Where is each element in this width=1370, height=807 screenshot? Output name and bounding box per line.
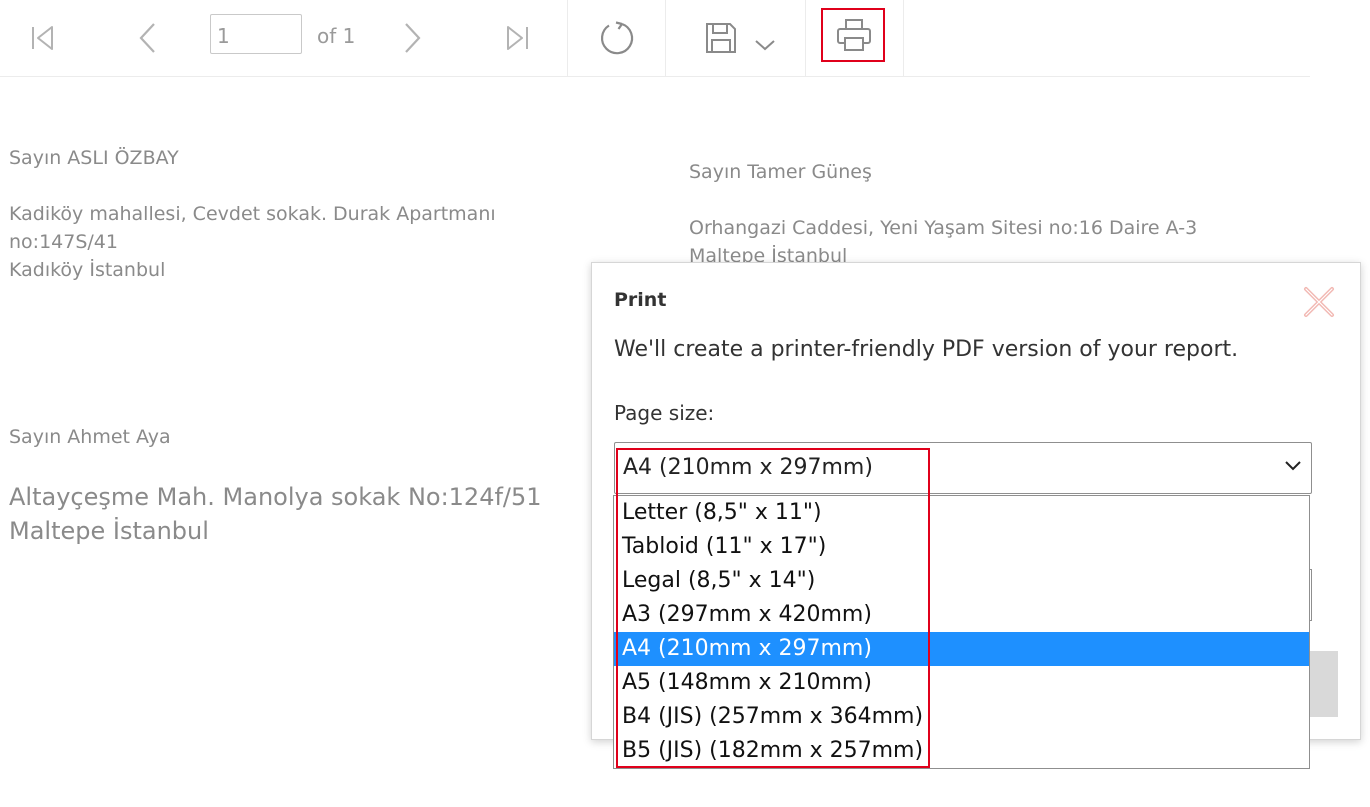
- toolbar-divider: [665, 0, 666, 76]
- option-a4[interactable]: A4 (210mm x 297mm): [614, 632, 1309, 666]
- first-page-button[interactable]: [20, 0, 64, 76]
- report-toolbar: of 1: [0, 0, 1310, 77]
- close-icon: [1304, 287, 1334, 317]
- toolbar-divider: [805, 0, 806, 76]
- option-b4-jis[interactable]: B4 (JIS) (257mm x 364mm): [614, 700, 1309, 734]
- last-page-button[interactable]: [496, 0, 540, 76]
- toolbar-divider: [567, 0, 568, 76]
- dialog-description: We'll create a printer-friendly PDF vers…: [614, 337, 1239, 362]
- recipient3-city: Maltepe İstanbul: [9, 517, 209, 545]
- refresh-icon: [600, 21, 634, 55]
- page-size-selected-value: A4 (210mm x 297mm): [623, 455, 873, 480]
- page-size-label: Page size:: [614, 401, 715, 425]
- option-a3[interactable]: A3 (297mm x 420mm): [614, 598, 1309, 632]
- recipient3-name: Sayın Ahmet Aya: [9, 426, 171, 448]
- last-page-icon: [507, 26, 528, 50]
- chevron-down-icon: [755, 40, 775, 51]
- toolbar-divider: [903, 0, 904, 76]
- chevron-down-icon: [1285, 461, 1301, 471]
- option-a5[interactable]: A5 (148mm x 210mm): [614, 666, 1309, 700]
- recipient3-address-line1: Altayçeşme Mah. Manolya sokak No:124f/51: [9, 483, 542, 511]
- recipient1-address-line2: no:147S/41: [9, 231, 118, 253]
- close-button[interactable]: [1302, 285, 1336, 319]
- option-b5-jis[interactable]: B5 (JIS) (182mm x 257mm): [614, 734, 1309, 768]
- dialog-title: Print: [614, 289, 667, 311]
- recipient1-name: Sayın ASLI ÖZBAY: [9, 147, 179, 169]
- recipient1-city: Kadıköy İstanbul: [9, 259, 166, 281]
- page-size-options-list: Letter (8,5" x 11") Tabloid (11" x 17") …: [613, 495, 1310, 769]
- previous-page-icon: [139, 23, 155, 53]
- save-menu-button[interactable]: [700, 0, 780, 76]
- refresh-button[interactable]: [592, 0, 642, 76]
- first-page-icon: [32, 26, 53, 50]
- next-page-icon: [405, 23, 421, 53]
- page-number-input[interactable]: [210, 14, 302, 54]
- option-letter[interactable]: Letter (8,5" x 11"): [614, 496, 1309, 530]
- page-count-label: of 1: [317, 24, 356, 48]
- previous-page-button[interactable]: [126, 0, 170, 76]
- print-highlight-box: [821, 8, 885, 62]
- recipient1-address-line1: Kadiköy mahallesi, Cevdet sokak. Durak A…: [9, 203, 496, 225]
- save-icon: [706, 23, 736, 53]
- option-legal[interactable]: Legal (8,5" x 14"): [614, 564, 1309, 598]
- recipient2-name: Sayın Tamer Güneş: [689, 161, 872, 183]
- page-size-select[interactable]: A4 (210mm x 297mm): [614, 442, 1312, 494]
- next-page-button[interactable]: [390, 0, 434, 76]
- recipient2-address-line1: Orhangazi Caddesi, Yeni Yaşam Sitesi no:…: [689, 217, 1198, 239]
- option-tabloid[interactable]: Tabloid (11" x 17"): [614, 530, 1309, 564]
